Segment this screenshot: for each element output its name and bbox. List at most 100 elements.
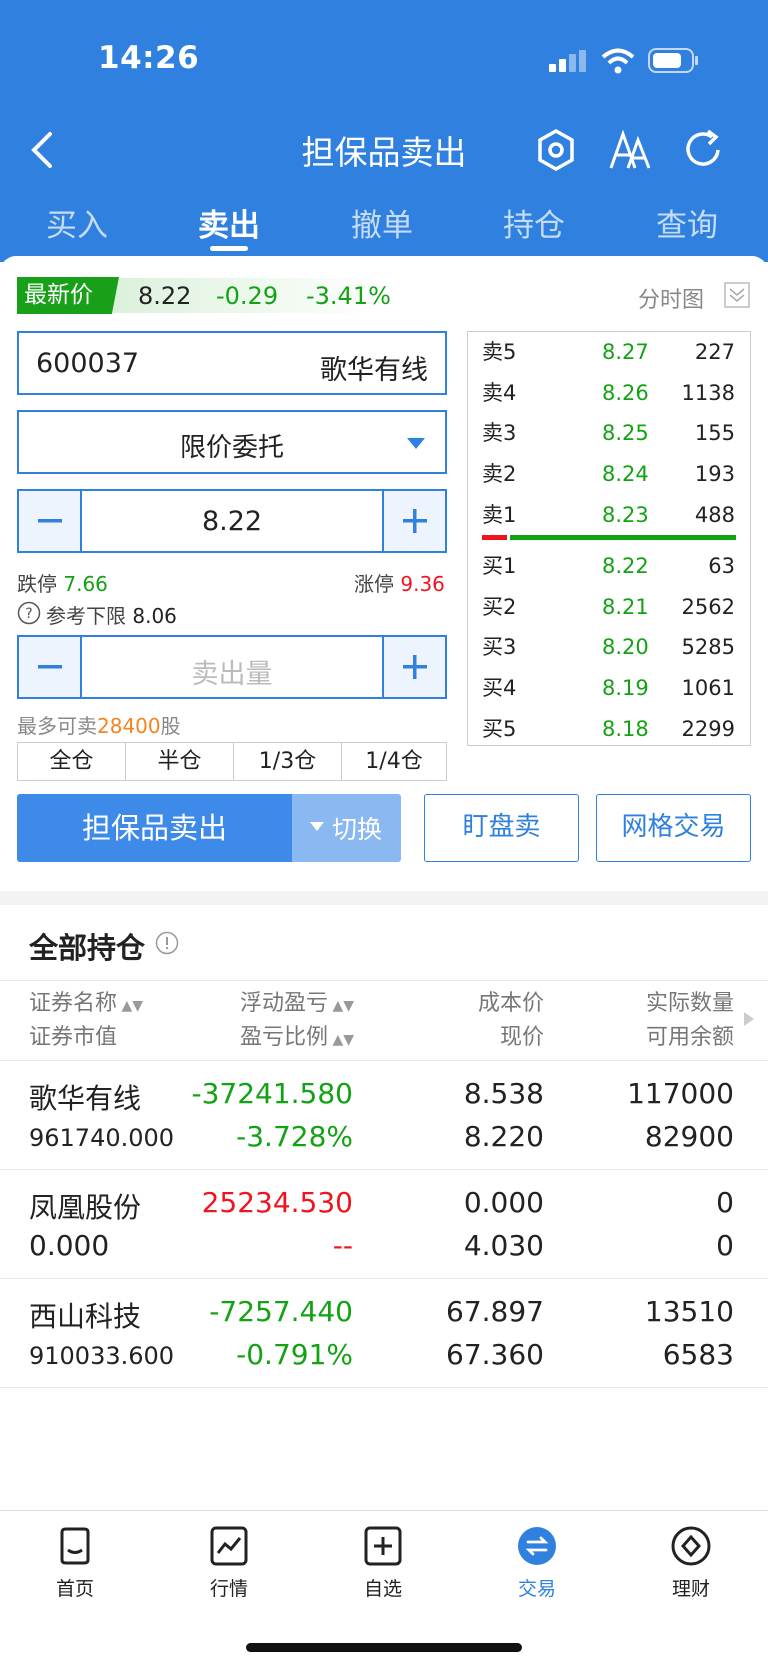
ask-level-1[interactable]: 卖1 8.23 488 (482, 496, 735, 534)
row-cost: 8.538 (463, 1077, 544, 1110)
stock-name: 歌华有线 (320, 355, 428, 386)
tab-query[interactable]: 查询 (627, 200, 747, 245)
dropdown-arrow-icon (407, 438, 425, 449)
home-icon (60, 1527, 90, 1565)
switch-button[interactable]: 切换 (292, 794, 401, 862)
ref-lower-limit: 参考下限 8.06 (46, 600, 177, 629)
watch-sell-button[interactable]: 盯盘卖 (424, 794, 579, 862)
limit-down-value: 7.66 (63, 572, 108, 596)
row-market-value: 0.000 (29, 1229, 110, 1262)
ask-level-4[interactable]: 卖4 8.26 1138 (482, 374, 735, 412)
max-sellable-value: 28400 (97, 714, 161, 738)
add-watchlist-icon (364, 1526, 402, 1566)
status-time: 14:26 (98, 40, 200, 76)
switch-label: 切换 (332, 815, 383, 844)
row-pnl-pct: -0.791% (236, 1338, 353, 1371)
chart-icon (210, 1526, 248, 1566)
ask-level-3[interactable]: 卖3 8.25 155 (482, 414, 735, 452)
row-name: 凤凰股份 (29, 1191, 142, 1224)
scroll-right-arrow-icon[interactable] (744, 1012, 754, 1026)
col-available-qty: 可用余额 (645, 1025, 734, 1050)
price-increase-button[interactable] (382, 491, 445, 551)
home-indicator (246, 1643, 522, 1652)
help-icon[interactable]: ? (17, 601, 41, 625)
switch-arrow-icon (310, 822, 324, 831)
col-actual-qty: 实际数量 (645, 991, 734, 1016)
finance-icon (671, 1526, 711, 1566)
nav-trade[interactable]: 交易 (487, 1526, 587, 1601)
positions-title: 全部持仓 (29, 931, 146, 965)
tab-positions[interactable]: 持仓 (474, 200, 594, 245)
buy-sell-ratio-green (510, 535, 736, 540)
bid-level-2[interactable]: 买2 8.21 2562 (482, 588, 735, 626)
plus-icon (403, 655, 427, 679)
row-pnl: 25234.530 (201, 1186, 353, 1219)
tab-sell[interactable]: 卖出 (169, 200, 289, 245)
font-size-icon[interactable] (608, 128, 652, 172)
settings-icon[interactable] (536, 128, 576, 172)
ask-level-2[interactable]: 卖2 8.24 193 (482, 455, 735, 493)
order-type-select[interactable]: 限价委托 (17, 410, 447, 474)
svg-text:?: ? (25, 606, 32, 622)
battery-icon (648, 48, 698, 73)
quick-third-position[interactable]: 1/3仓 (233, 742, 342, 781)
info-icon[interactable] (155, 931, 179, 955)
refresh-icon[interactable] (682, 128, 726, 172)
latest-price-tag: 最新价 (17, 277, 119, 314)
price-change: -0.29 (216, 282, 279, 310)
signal-icon (549, 50, 586, 72)
collateral-sell-button[interactable]: 担保品卖出 (17, 794, 292, 862)
tab-buy[interactable]: 买入 (17, 200, 137, 245)
quick-half-position[interactable]: 半仓 (125, 742, 234, 781)
section-divider (0, 891, 768, 905)
ask-level-5[interactable]: 卖5 8.27 227 (482, 333, 735, 371)
bid-level-5[interactable]: 买5 8.18 2299 (482, 710, 735, 748)
quick-full-position[interactable]: 全仓 (17, 742, 126, 781)
stock-code-field[interactable]: 600037 歌华有线 (17, 331, 447, 395)
nav-finance[interactable]: 理财 (641, 1526, 741, 1601)
row-qty: 0 (716, 1186, 734, 1219)
limit-down-label: 跌停 (17, 572, 57, 596)
row-cost: 0.000 (463, 1186, 544, 1219)
col-security-name[interactable]: 证券名称 ▲▼ (29, 987, 143, 1023)
price-input[interactable]: 8.22 (82, 506, 382, 537)
nav-watchlist[interactable]: 自选 (333, 1526, 433, 1601)
bid-level-3[interactable]: 买3 8.20 5285 (482, 628, 735, 666)
limit-up-value: 9.36 (400, 572, 445, 596)
grid-trade-button[interactable]: 网格交易 (596, 794, 751, 862)
quick-quarter-position[interactable]: 1/4仓 (341, 742, 447, 781)
row-pnl: -7257.440 (209, 1295, 353, 1328)
active-tab-indicator (210, 246, 248, 251)
bid-level-1[interactable]: 买1 8.22 63 (482, 547, 735, 585)
ref-lower-value: 8.06 (132, 604, 177, 628)
row-name: 歌华有线 (29, 1082, 142, 1115)
qty-decrease-button[interactable] (19, 637, 82, 697)
col-market-value: 证券市值 (29, 1025, 118, 1050)
nav-market[interactable]: 行情 (179, 1526, 279, 1601)
page-title: 担保品卖出 (301, 133, 467, 172)
row-price: 67.360 (446, 1338, 544, 1371)
quantity-input[interactable]: 卖出量 (82, 652, 382, 691)
max-sellable-suffix: 股 (160, 714, 181, 738)
row-pnl-pct: -3.728% (236, 1120, 353, 1153)
ref-lower-label: 参考下限 (46, 604, 126, 628)
app-root: 14:26 担保品卖出 买入 卖出 撤单 持仓 查询 最新价 8.22 -0.2… (0, 0, 768, 1670)
intraday-chart-link[interactable]: 分时图 (638, 282, 704, 314)
tab-cancel[interactable]: 撤单 (322, 200, 442, 245)
limit-up: 涨停 9.36 (354, 568, 445, 597)
row-name: 西山科技 (29, 1300, 142, 1333)
nav-home[interactable]: 首页 (25, 1526, 125, 1601)
qty-increase-button[interactable] (382, 637, 445, 697)
expand-chevron-icon[interactable] (724, 282, 750, 308)
col-floating-pnl[interactable]: 浮动盈亏 ▲▼ (240, 987, 354, 1023)
price-decrease-button[interactable] (19, 491, 82, 551)
max-sellable-prefix: 最多可卖 (17, 714, 97, 738)
row-pnl: -37241.580 (191, 1077, 353, 1110)
row-price: 8.220 (463, 1120, 544, 1153)
bid-level-4[interactable]: 买4 8.19 1061 (482, 669, 735, 707)
col-pnl-ratio[interactable]: 盈亏比例 ▲▼ (240, 1021, 354, 1057)
row-avail: 82900 (644, 1120, 734, 1153)
buy-sell-ratio-red (482, 535, 507, 540)
row-qty: 117000 (627, 1077, 734, 1110)
bottom-nav-divider (0, 1510, 768, 1511)
